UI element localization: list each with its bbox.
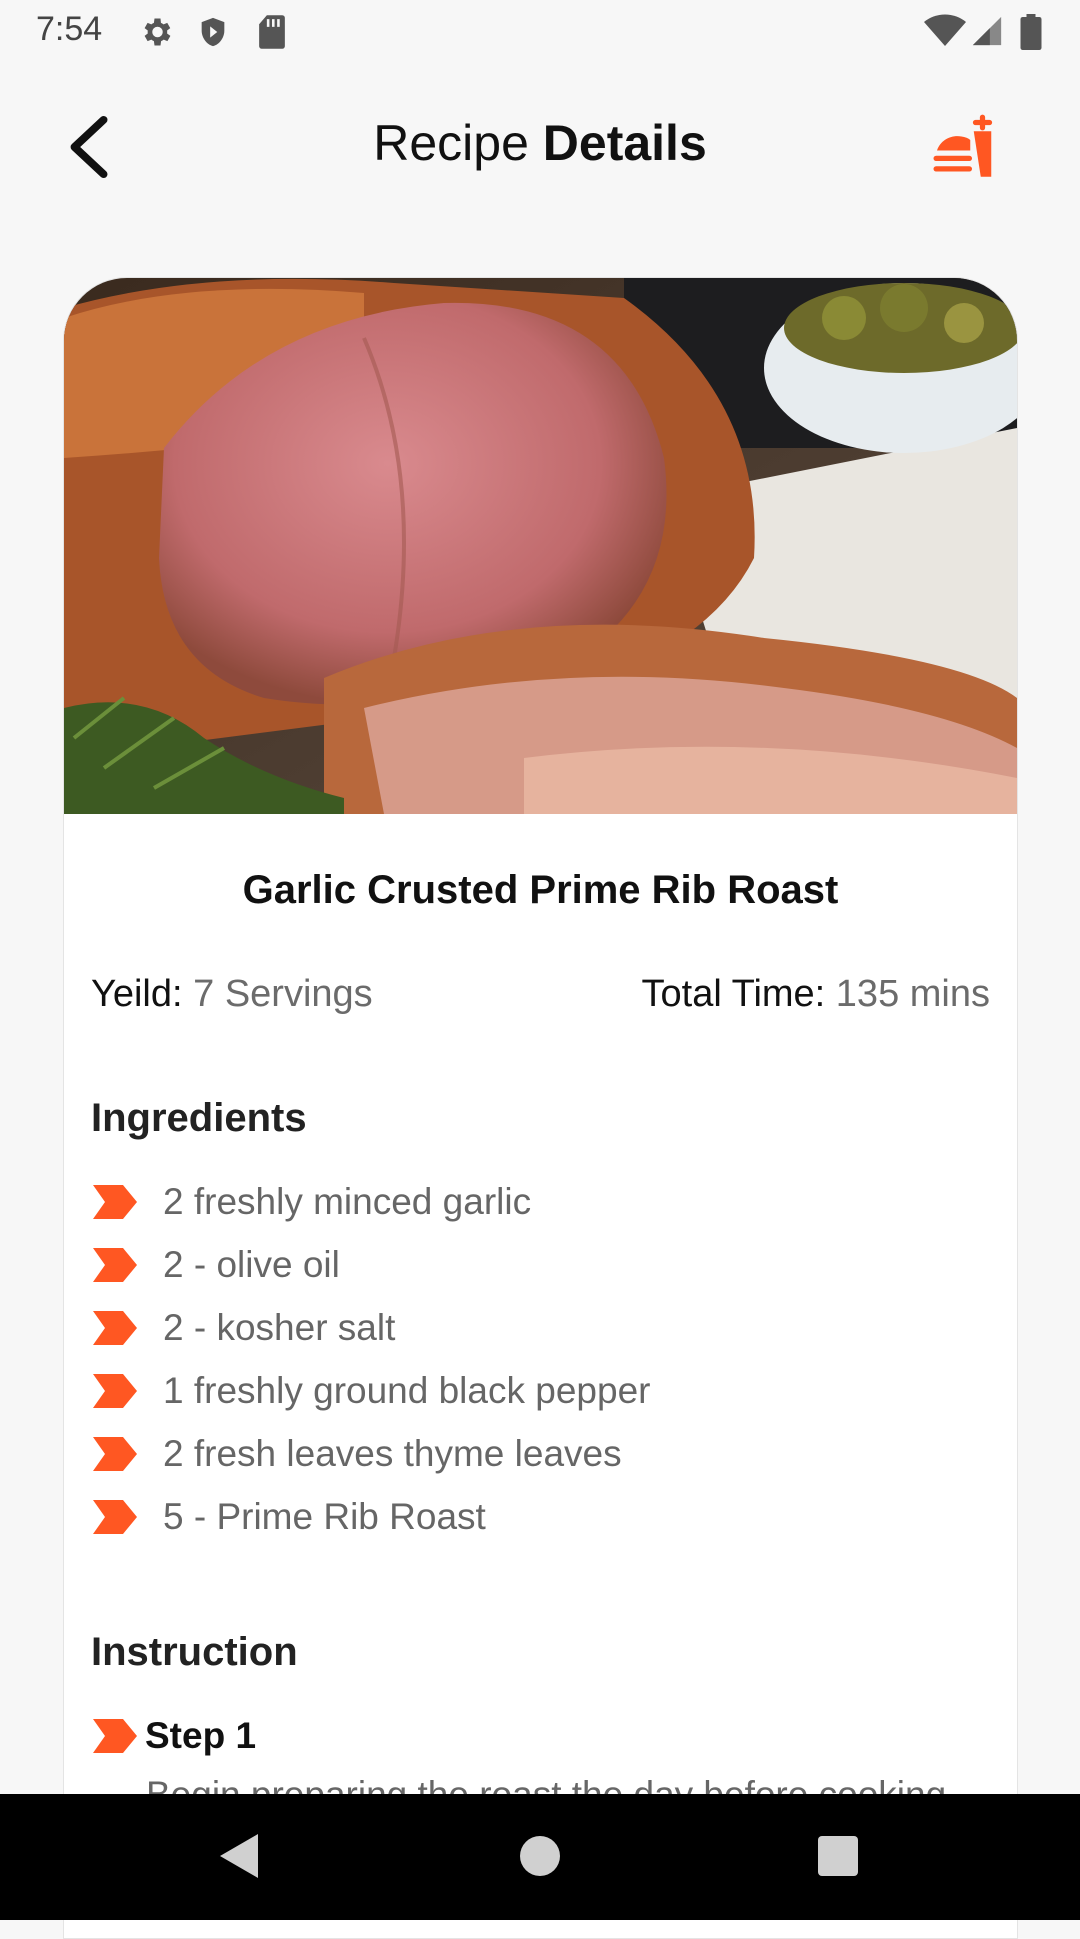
- ingredient-item: 2 - kosher salt: [91, 1296, 991, 1359]
- instruction-step: Step 1: [91, 1715, 256, 1757]
- recipe-name: Garlic Crusted Prime Rib Roast: [242, 868, 839, 912]
- ingredient-text: 2 fresh leaves thyme leaves: [163, 1432, 622, 1474]
- wifi-icon: [924, 14, 966, 47]
- recipe-card: Garlic Crusted Prime Rib Roast Yeild: 7 …: [63, 277, 1018, 1939]
- page-title-regular: Recipe: [373, 115, 529, 171]
- status-bar: 7:54: [0, 0, 1080, 62]
- chevron-right-icon: [93, 1247, 137, 1282]
- home-circle-icon[interactable]: [518, 1828, 562, 1884]
- ingredient-text: 1 freshly ground black pepper: [163, 1369, 651, 1411]
- settings-icon: [144, 18, 171, 46]
- chevron-right-icon: [93, 1373, 137, 1408]
- back-triangle-icon[interactable]: [214, 1828, 264, 1884]
- ingredient-text: 2 - kosher salt: [163, 1306, 396, 1348]
- navigation-bar: [0, 1794, 1080, 1920]
- ingredient-text: 2 - olive oil: [163, 1243, 340, 1285]
- status-time: 7:54: [36, 10, 103, 48]
- yield-value: 7 Servings: [193, 973, 373, 1015]
- ingredient-text: 5 - Prime Rib Roast: [163, 1495, 486, 1537]
- app-bar: Recipe Details: [0, 62, 1080, 230]
- ingredient-item: 2 freshly minced garlic: [91, 1170, 991, 1233]
- ingredient-item: 1 freshly ground black pepper: [91, 1359, 991, 1422]
- recipe-image: [64, 278, 1017, 814]
- ingredient-item: 5 - Prime Rib Roast: [91, 1485, 991, 1548]
- app-logo-button[interactable]: [930, 112, 1000, 182]
- ingredient-item: 2 - olive oil: [91, 1233, 991, 1296]
- ingredient-item: 2 fresh leaves thyme leaves: [91, 1422, 991, 1485]
- ingredients-heading: Ingredients: [91, 1096, 307, 1140]
- total-time-value: 135 mins: [835, 973, 990, 1015]
- recipe-yield: Yeild: 7 Servings: [91, 973, 373, 1016]
- chevron-right-icon: [93, 1310, 137, 1345]
- signal-icon: [972, 16, 1002, 46]
- battery-icon: [1020, 14, 1042, 50]
- recents-square-icon[interactable]: [816, 1828, 860, 1884]
- chevron-right-icon: [93, 1184, 137, 1219]
- page-title: Recipe Details: [0, 114, 1080, 172]
- step-label: Step 1: [145, 1715, 257, 1756]
- chevron-right-icon: [93, 1499, 137, 1534]
- yield-label: Yeild:: [91, 973, 183, 1015]
- ingredient-text: 2 freshly minced garlic: [163, 1180, 532, 1222]
- total-time-label: Total Time:: [641, 973, 826, 1015]
- chevron-right-icon: [93, 1436, 137, 1471]
- food-app-icon: [933, 114, 993, 177]
- ingredients-list: 2 freshly minced garlic 2 - olive oil 2 …: [91, 1170, 991, 1548]
- recipe-total-time: Total Time: 135 mins: [642, 973, 991, 1016]
- sd-card-icon: [259, 15, 285, 49]
- page-title-bold: Details: [542, 115, 707, 171]
- shield-icon: [201, 17, 225, 47]
- instruction-heading: Instruction: [91, 1630, 298, 1674]
- chevron-right-icon: [93, 1719, 137, 1753]
